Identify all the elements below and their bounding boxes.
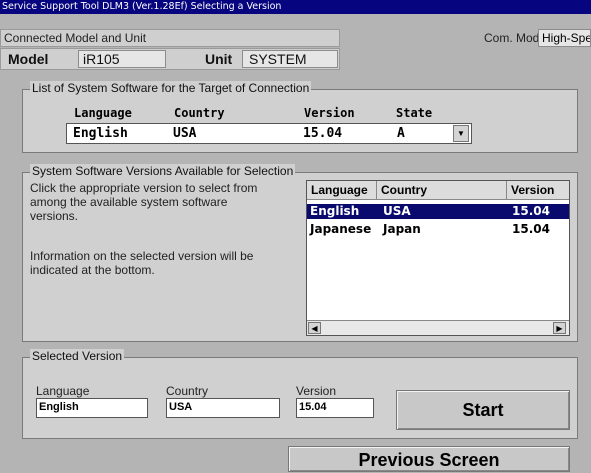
selected-country-label: Country: [166, 384, 209, 398]
selected-version-label: Version: [296, 384, 337, 398]
version-row-country: USA: [383, 204, 411, 218]
versions-listview[interactable]: Language Country Version English USA 15.…: [306, 180, 570, 336]
target-country-value: USA: [173, 126, 197, 141]
column-header-country[interactable]: Country: [377, 181, 507, 200]
triangle-right-icon[interactable]: ▶: [553, 322, 566, 334]
version-row-version: 15.04: [512, 204, 550, 218]
column-header-language[interactable]: Language: [307, 181, 377, 200]
available-versions-legend: System Software Versions Available for S…: [30, 164, 296, 178]
selected-language-field: English: [36, 398, 148, 418]
target-software-legend: List of System Software for the Target o…: [30, 81, 312, 95]
available-instructions-1: Click the appropriate version to select …: [30, 181, 258, 223]
target-state-value: A: [397, 126, 405, 141]
model-value: iR105: [78, 50, 166, 68]
com-mode-label: Com. Mode: [484, 31, 547, 45]
start-button[interactable]: Start: [396, 390, 570, 430]
previous-screen-button[interactable]: Previous Screen: [288, 446, 570, 472]
selected-country-field: USA: [166, 398, 280, 418]
version-row[interactable]: Japanese Japan 15.04: [307, 222, 569, 237]
connection-header-label: Connected Model and Unit: [4, 31, 147, 45]
target-software-select[interactable]: English USA 15.04 A ▼: [66, 123, 472, 144]
selected-language-label: Language: [36, 384, 90, 398]
target-header-state: State: [396, 106, 433, 120]
version-row-language: English: [310, 204, 360, 218]
available-instructions-2: Information on the selected version will…: [30, 249, 254, 277]
horizontal-scrollbar[interactable]: ◀ ▶: [307, 320, 569, 335]
selected-version-legend: Selected Version: [30, 349, 125, 363]
target-language-value: English: [73, 126, 128, 141]
version-row-language: Japanese: [310, 222, 372, 236]
selected-version-field: 15.04: [296, 398, 374, 418]
version-row[interactable]: English USA 15.04: [307, 204, 569, 219]
com-mode-value: High-Spe: [538, 29, 591, 47]
connection-header: Connected Model and Unit: [0, 29, 340, 47]
version-row-country: Japan: [383, 222, 421, 236]
window-title-bar: Service Support Tool DLM3 (Ver.1.28Ef) S…: [0, 0, 591, 14]
target-version-value: 15.04: [303, 126, 343, 141]
unit-label: Unit: [205, 51, 233, 67]
triangle-down-icon[interactable]: ▼: [453, 125, 469, 142]
version-row-version: 15.04: [512, 222, 550, 236]
target-header-version: Version: [304, 106, 355, 120]
model-label: Model: [8, 51, 49, 67]
target-header-country: Country: [174, 106, 225, 120]
triangle-left-icon[interactable]: ◀: [308, 322, 321, 334]
target-header-language: Language: [74, 106, 132, 120]
column-header-version[interactable]: Version: [507, 181, 569, 200]
unit-value: SYSTEM: [242, 50, 338, 68]
window-title: Service Support Tool DLM3 (Ver.1.28Ef) S…: [2, 1, 282, 12]
